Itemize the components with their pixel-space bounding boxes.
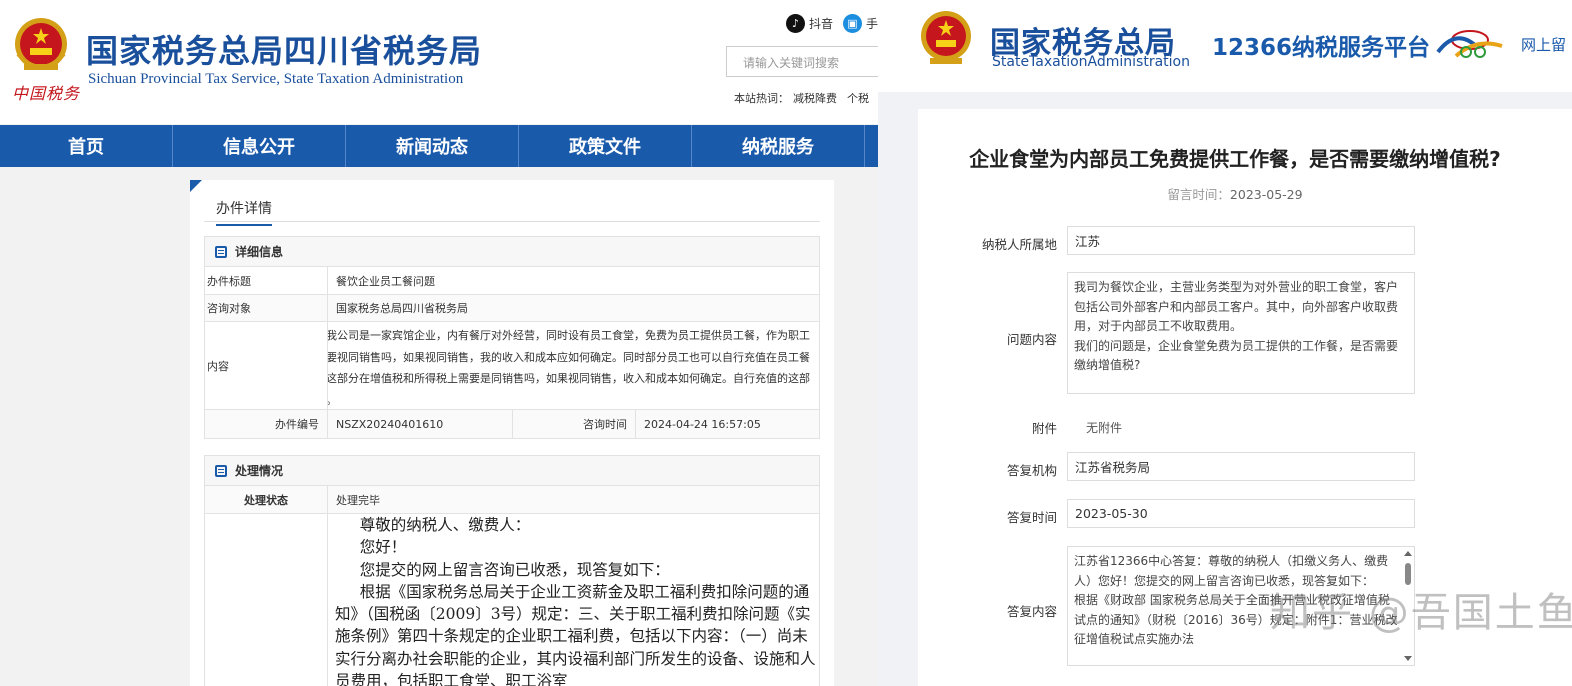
hotword-link[interactable]: 减税降费	[793, 92, 837, 105]
subject-value: 餐饮企业员工餐问题	[336, 274, 435, 288]
attachment-value: 无附件	[1086, 421, 1123, 435]
detail-section: 详细信息 办件标题 餐饮企业员工餐问题 咨询对象 国家税务总局四川省税务局 内容…	[204, 236, 820, 439]
nav-info-public[interactable]: 信息公开	[173, 125, 346, 167]
table-row: 咨询对象 国家税务总局四川省税务局	[205, 295, 819, 322]
reply-content-label: 答复内容	[1006, 604, 1057, 619]
scroll-up-arrow-icon[interactable]	[1404, 551, 1412, 556]
scroll-down-arrow-icon[interactable]	[1404, 656, 1412, 661]
table-row: 内容 您好，我公司是一家宾馆企业，内有餐厅对外经营，同时设有员工食堂，免费为员工…	[205, 322, 819, 410]
nav-news[interactable]: 新闻动态	[346, 125, 519, 167]
online-message-link[interactable]: 网上留	[1521, 34, 1566, 55]
reply-time-label: 答复时间	[1006, 510, 1057, 525]
site-header: 中国税务 国家税务总局四川省税务局 Sichuan Provincial Tax…	[0, 0, 878, 124]
nav-policy[interactable]: 政策文件	[519, 125, 692, 167]
target-value: 国家税务总局四川省税务局	[336, 302, 468, 315]
status-label: 处理状态	[205, 486, 328, 513]
sichuan-tax-page: 中国税务 国家税务总局四川省税务局 Sichuan Provincial Tax…	[0, 0, 878, 686]
status-value: 处理完毕	[336, 493, 380, 507]
screenshot-composite: 中国税务 国家税务总局四川省税务局 Sichuan Provincial Tax…	[0, 0, 1572, 686]
12366-platform-page: 国家税务总局 StateTaxationAdministration 12366…	[878, 0, 1572, 686]
social-links: ♪ 抖音 ▣ 手	[786, 14, 878, 33]
mobile-link[interactable]: ▣ 手	[842, 14, 878, 33]
mobile-label: 手	[865, 17, 878, 31]
time-value: 2024-04-24 16:57:05	[644, 417, 761, 431]
search-input[interactable]: 请输入关键词搜索	[726, 46, 878, 77]
org-name-cn: 国家税务总局四川省税务局	[86, 32, 483, 70]
nav-home[interactable]: 首页	[0, 125, 173, 167]
content-value-cell: 您好，我公司是一家宾馆企业，内有餐厅对外经营，同时设有员工食堂，免费为员工提供员…	[328, 322, 819, 409]
reply-line: 您提交的网上留言咨询已收悉，现答复如下：	[359, 560, 670, 579]
mobile-icon: ▣	[842, 14, 862, 33]
platform-name: 12366纳税服务平台	[1212, 35, 1431, 61]
subject-label: 办件标题	[205, 267, 328, 294]
nav-tax-service[interactable]: 纳税服务	[692, 125, 865, 167]
location-field: 江苏	[1067, 226, 1415, 255]
anniversary-badge-icon	[1436, 30, 1503, 58]
number-value: NSZX20240401610	[328, 410, 513, 438]
platform-header: 国家税务总局 StateTaxationAdministration 12366…	[878, 0, 1572, 92]
content-value: 您好，我公司是一家宾馆企业，内有餐厅对外经营，同时设有员工食堂，免费为员工提供员…	[328, 329, 810, 407]
national-emblem-icon	[15, 18, 67, 70]
table-row: 处理状态 处理完毕	[205, 486, 819, 514]
tiktok-label: 抖音	[808, 17, 833, 31]
time-label: 咨询时间	[513, 410, 636, 438]
reply-time-field: 2023-05-30	[1067, 499, 1415, 528]
org-name-en: Sichuan Provincial Tax Service, State Ta…	[88, 71, 464, 87]
corner-decoration	[190, 180, 202, 192]
attachment-label: 附件	[1031, 421, 1057, 436]
location-label: 纳税人所属地	[981, 237, 1057, 252]
tiktok-link[interactable]: ♪ 抖音	[786, 14, 833, 33]
divider	[204, 221, 820, 222]
reply-text: 尊敬的纳税人、缴费人： 您好！ 您提交的网上留言咨询已收悉，现答复如下： 根据《…	[335, 514, 819, 686]
question-title: 企业食堂为内部员工免费提供工作餐，是否需要缴纳增值税?	[969, 147, 1501, 171]
hotword-link[interactable]: 个税	[847, 92, 869, 105]
org-name-en: StateTaxationAdministration	[992, 54, 1190, 70]
case-detail-card: 办件详情 详细信息 办件标题 餐饮企业员工餐问题 咨询对象 国家税务总局四川省税…	[190, 180, 834, 686]
reply-line: 根据《国家税务总局关于企业工资薪金及职工福利费扣除问题的通知》（国税函〔2009…	[335, 582, 816, 686]
tiktok-icon: ♪	[786, 14, 805, 33]
message-time-value: 2023-05-29	[1229, 187, 1303, 202]
reply-label-cell	[205, 514, 328, 686]
reply-line: 您好！	[359, 538, 407, 557]
agency-label: 答复机构	[1006, 463, 1057, 478]
watermark: 知乎 @吾国土鱼	[1270, 590, 1572, 636]
list-icon	[215, 245, 227, 258]
emblem-caption: 中国税务	[12, 84, 81, 103]
process-heading-text: 处理情况	[235, 464, 284, 478]
hotwords-label: 本站热词：	[734, 92, 789, 105]
message-time-label: 留言时间：	[1167, 187, 1230, 202]
question-field: 我司为餐饮企业，主营业务类型为对外营业的职工食堂，客户包括公司外部客户和内部员工…	[1067, 272, 1415, 394]
detail-heading: 详细信息	[205, 237, 819, 267]
hot-words: 本站热词： 减税降费 个税	[734, 90, 878, 106]
target-label: 咨询对象	[205, 295, 328, 321]
reply-line: 尊敬的纳税人、缴费人：	[359, 516, 531, 534]
question-label: 问题内容	[1006, 332, 1057, 347]
number-label: 办件编号	[205, 410, 328, 438]
detail-heading-text: 详细信息	[235, 245, 284, 259]
content-label: 内容	[205, 322, 328, 409]
list-icon	[215, 464, 227, 477]
message-time: 留言时间：2023-05-29	[918, 184, 1552, 203]
agency-field: 江苏省税务局	[1067, 452, 1415, 481]
table-row: 办件编号 NSZX20240401610 咨询时间 2024-04-24 16:…	[205, 410, 819, 438]
process-heading: 处理情况	[205, 456, 819, 486]
table-row: 办件标题 餐饮企业员工餐问题	[205, 267, 819, 295]
main-nav: 首页 信息公开 新闻动态 政策文件 纳税服务	[0, 125, 878, 167]
national-emblem-icon	[921, 11, 971, 64]
